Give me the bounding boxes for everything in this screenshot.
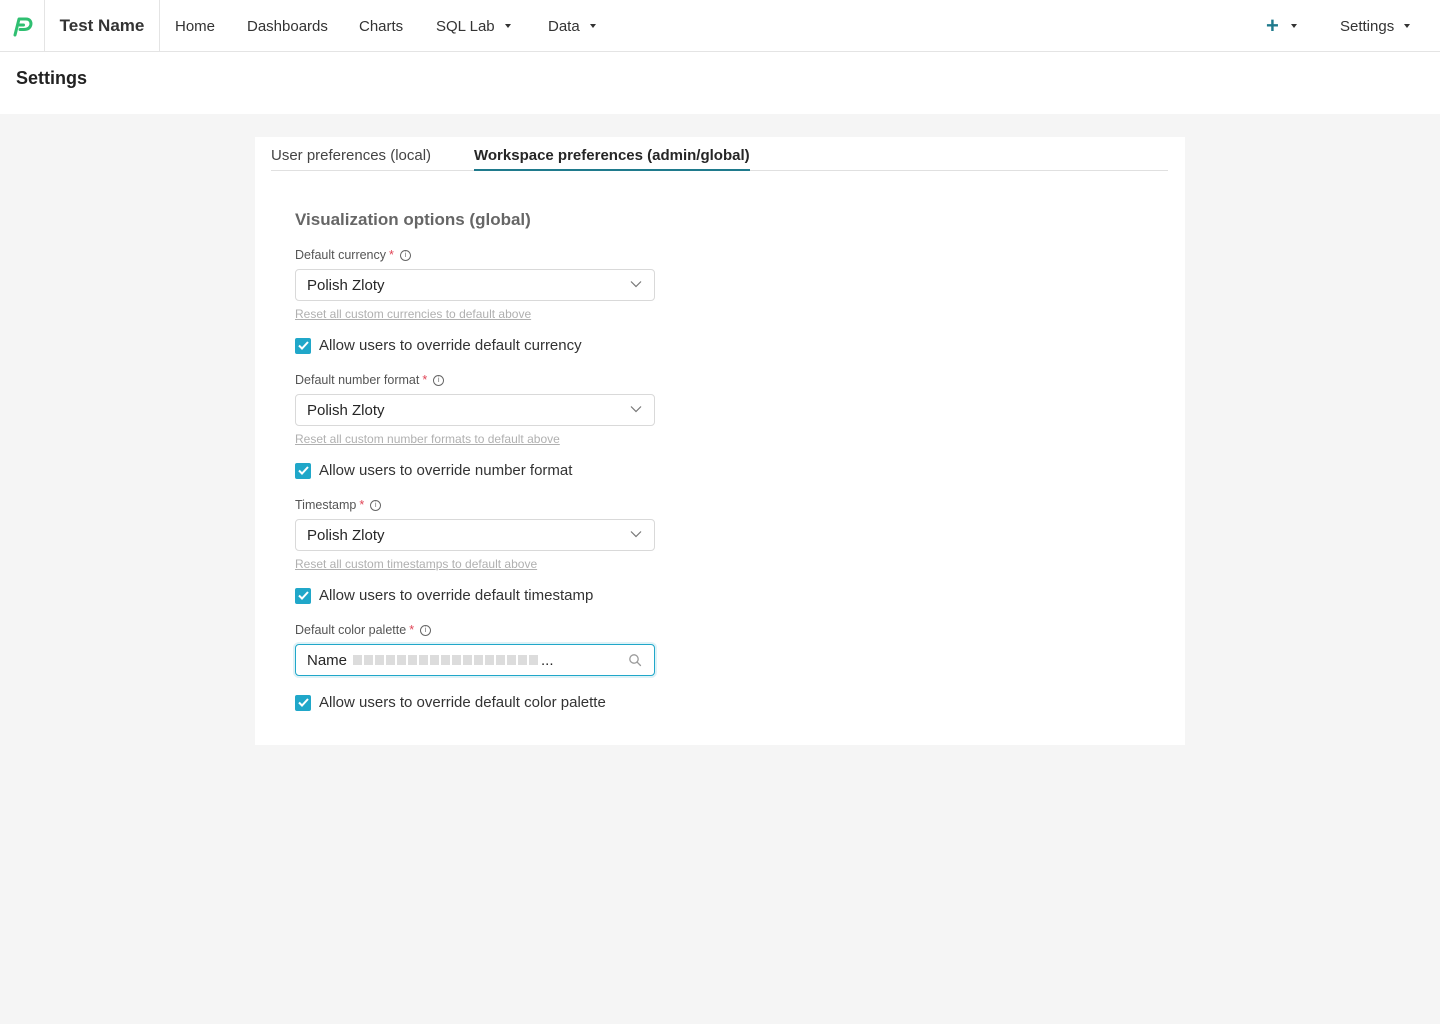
number-format-label-text: Default number format [295, 373, 420, 387]
override-number-format-label: Allow users to override number format [319, 462, 573, 479]
override-color-palette-label: Allow users to override default color pa… [319, 694, 606, 711]
timestamp-value: Polish Zloty [307, 526, 385, 544]
override-timestamp-checkbox[interactable]: Allow users to override default timestam… [295, 587, 593, 604]
caret-down-icon [1404, 24, 1411, 28]
number-format-label: Default number format * i [295, 373, 445, 387]
color-palette-label-text: Default color palette [295, 623, 407, 637]
new-menu-button[interactable]: + [1266, 0, 1297, 52]
color-palette-label: Default color palette * i [295, 623, 432, 637]
required-mark: * [389, 248, 394, 262]
settings-menu[interactable]: Settings [1340, 0, 1411, 52]
color-palette-search-input[interactable]: Name ... [295, 644, 655, 676]
currency-value: Polish Zloty [307, 276, 385, 294]
number-format-select[interactable]: Polish Zloty [295, 394, 655, 426]
currency-select[interactable]: Polish Zloty [295, 269, 655, 301]
info-icon[interactable]: i [420, 624, 432, 636]
override-timestamp-label: Allow users to override default timestam… [319, 587, 594, 604]
tab-bar: User preferences (local) Workspace prefe… [271, 137, 1168, 171]
override-color-palette-checkbox[interactable]: Allow users to override default color pa… [295, 694, 606, 711]
nav-dashboards[interactable]: Dashboards [247, 0, 328, 52]
caret-down-icon [589, 24, 596, 28]
number-format-value: Polish Zloty [307, 401, 385, 419]
chevron-down-icon [630, 281, 642, 288]
tab-workspace-preferences[interactable]: Workspace preferences (admin/global) [474, 147, 750, 171]
override-number-format-checkbox[interactable]: Allow users to override number format [295, 462, 572, 479]
nav-sql-lab-label: SQL Lab [436, 17, 495, 35]
nav-data-label: Data [548, 17, 580, 35]
reset-number-formats-link[interactable]: Reset all custom number formats to defau… [295, 432, 560, 446]
caret-down-icon [1290, 24, 1297, 28]
nav-sql-lab[interactable]: SQL Lab [436, 0, 511, 52]
checkbox-checked-icon[interactable] [295, 337, 311, 354]
plus-icon: + [1266, 13, 1279, 38]
checkbox-checked-icon[interactable] [295, 462, 311, 479]
nav-charts-label: Charts [359, 17, 404, 35]
chevron-down-icon [630, 531, 642, 538]
required-mark: * [422, 373, 428, 387]
page-title: Settings [16, 68, 88, 88]
nav-home-label: Home [175, 17, 216, 35]
tab-user-preferences[interactable]: User preferences (local) [271, 147, 431, 169]
reset-currencies-link[interactable]: Reset all custom currencies to default a… [295, 307, 531, 321]
color-palette-value-prefix: Name [307, 651, 348, 669]
caret-down-icon [504, 24, 511, 28]
timestamp-select[interactable]: Polish Zloty [295, 519, 655, 551]
redacted-text [353, 655, 540, 665]
currency-label: Default currency * i [295, 248, 411, 262]
reset-timestamps-link[interactable]: Reset all custom timestamps to default a… [295, 557, 537, 571]
checkbox-checked-icon[interactable] [295, 694, 311, 711]
info-icon[interactable]: i [399, 249, 411, 261]
currency-label-text: Default currency [295, 248, 387, 262]
required-mark: * [409, 623, 415, 637]
ellipsis: ... [541, 651, 554, 669]
top-navbar: Test Name Home Dashboards Charts SQL Lab… [0, 0, 1440, 52]
logo[interactable] [0, 0, 45, 52]
brand-name[interactable]: Test Name [45, 0, 160, 52]
required-mark: * [359, 498, 365, 512]
nav-home[interactable]: Home [175, 0, 215, 52]
override-currency-label: Allow users to override default currency [319, 337, 582, 354]
timestamp-label-text: Timestamp [295, 498, 357, 512]
nav-dashboards-label: Dashboards [247, 17, 328, 35]
page-header: Settings [0, 52, 1440, 114]
timestamp-label: Timestamp * i [295, 498, 382, 512]
nav-data[interactable]: Data [548, 0, 596, 52]
section-title: Visualization options (global) [295, 210, 531, 229]
settings-card: User preferences (local) Workspace prefe… [255, 137, 1185, 745]
info-icon[interactable]: i [370, 499, 382, 511]
override-currency-checkbox[interactable]: Allow users to override default currency [295, 337, 582, 354]
logo-icon [13, 17, 33, 37]
settings-menu-label: Settings [1340, 17, 1395, 35]
chevron-down-icon [630, 406, 642, 413]
nav-charts[interactable]: Charts [359, 0, 403, 52]
info-icon[interactable]: i [433, 374, 445, 386]
checkbox-checked-icon[interactable] [295, 587, 311, 604]
search-icon [629, 654, 642, 667]
